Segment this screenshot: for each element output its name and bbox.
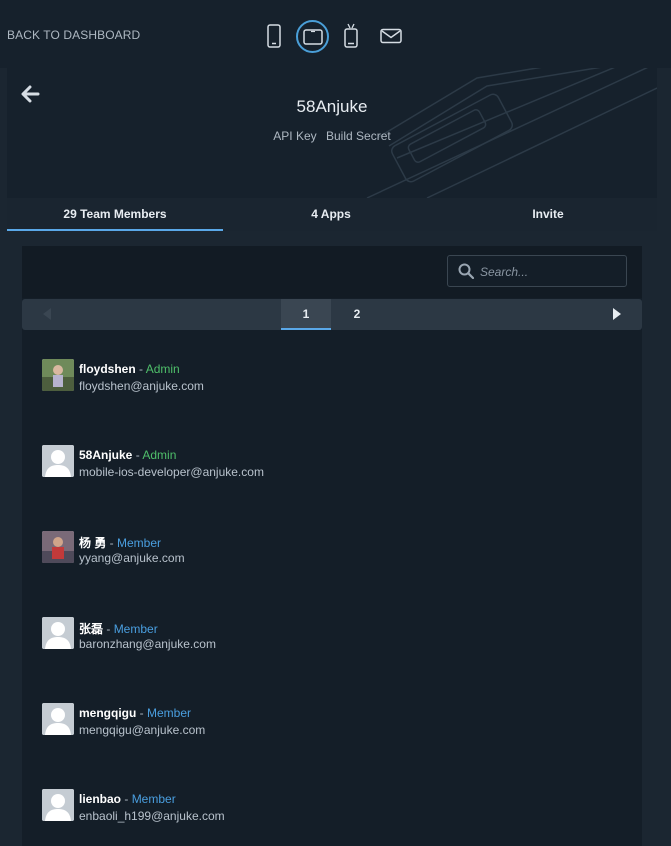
member-role: Admin — [142, 448, 177, 462]
member-name[interactable]: 杨 勇 — [79, 536, 106, 550]
top-bar: BACK TO DASHBOARD — [0, 0, 671, 68]
list-item: 杨 勇 - Member yyang@anjuke.com — [42, 528, 622, 568]
list-item: 张磊 - Member baronzhang@anjuke.com — [42, 614, 622, 654]
team-members-panel: 1 2 floydshen - Admin floydshen@anjuke.c… — [22, 246, 642, 846]
member-separator: - — [132, 448, 143, 462]
member-role: Admin — [145, 362, 180, 376]
search-icon — [458, 263, 474, 279]
member-email: enbaoli_h199@anjuke.com — [79, 809, 225, 823]
member-role: Member — [147, 706, 192, 720]
page-1-button[interactable]: 1 — [281, 299, 331, 330]
member-role: Member — [131, 792, 176, 806]
tab-apps[interactable]: 4 Apps — [223, 198, 439, 231]
android-icon[interactable] — [335, 20, 367, 52]
build-secret-link[interactable]: Build Secret — [326, 129, 391, 143]
mail-icon[interactable] — [375, 20, 407, 52]
member-name[interactable]: 58Anjuke — [79, 448, 132, 462]
list-item: floydshen - Admin floydshen@anjuke.com — [42, 356, 622, 396]
api-key-link[interactable]: API Key — [273, 129, 316, 143]
phone-icon[interactable] — [258, 20, 290, 52]
page-2-button[interactable]: 2 — [332, 299, 382, 328]
member-separator: - — [136, 706, 147, 720]
next-page-icon[interactable] — [612, 308, 622, 320]
member-separator: - — [121, 792, 132, 806]
back-to-dashboard-link[interactable]: BACK TO DASHBOARD — [7, 28, 140, 42]
member-email: baronzhang@anjuke.com — [79, 637, 216, 651]
default-avatar-icon — [42, 789, 74, 821]
list-item: lienbao - Member enbaoli_h199@anjuke.com — [42, 786, 622, 826]
member-name[interactable]: lienbao — [79, 792, 121, 806]
member-separator: - — [103, 622, 114, 636]
search-input[interactable] — [478, 261, 622, 283]
member-email: yyang@anjuke.com — [79, 551, 185, 565]
search-box — [447, 255, 627, 287]
tablet-icon[interactable] — [296, 20, 329, 53]
previous-page-icon[interactable] — [42, 308, 52, 320]
pagination: 1 2 — [22, 299, 642, 330]
avatar-photo — [42, 531, 74, 563]
member-name[interactable]: mengqigu — [79, 706, 136, 720]
member-name[interactable]: floydshen — [79, 362, 136, 376]
app-title: 58Anjuke — [296, 97, 368, 116]
tab-team-members[interactable]: 29 Team Members — [7, 198, 223, 231]
member-email: mobile-ios-developer@anjuke.com — [79, 465, 264, 479]
search-bar — [22, 246, 642, 298]
app-keys: API Key Build Secret — [7, 129, 657, 143]
member-separator: - — [135, 362, 146, 376]
app-header: 58Anjuke API Key Build Secret — [7, 68, 657, 198]
member-role: Member — [117, 536, 162, 550]
default-avatar-icon — [42, 445, 74, 477]
member-email: mengqigu@anjuke.com — [79, 723, 206, 737]
member-role: Member — [113, 622, 158, 636]
tab-bar: 29 Team Members 4 Apps Invite — [7, 198, 657, 231]
member-name[interactable]: 张磊 — [79, 622, 103, 636]
list-item: 58Anjuke - Admin mobile-ios-developer@an… — [42, 442, 622, 482]
tab-invite[interactable]: Invite — [440, 198, 656, 231]
avatar-photo — [42, 359, 74, 391]
default-avatar-icon — [42, 617, 74, 649]
default-avatar-icon — [42, 703, 74, 735]
member-email: floydshen@anjuke.com — [79, 379, 204, 393]
list-item: mengqigu - Member mengqigu@anjuke.com — [42, 700, 622, 740]
member-separator: - — [106, 536, 118, 550]
